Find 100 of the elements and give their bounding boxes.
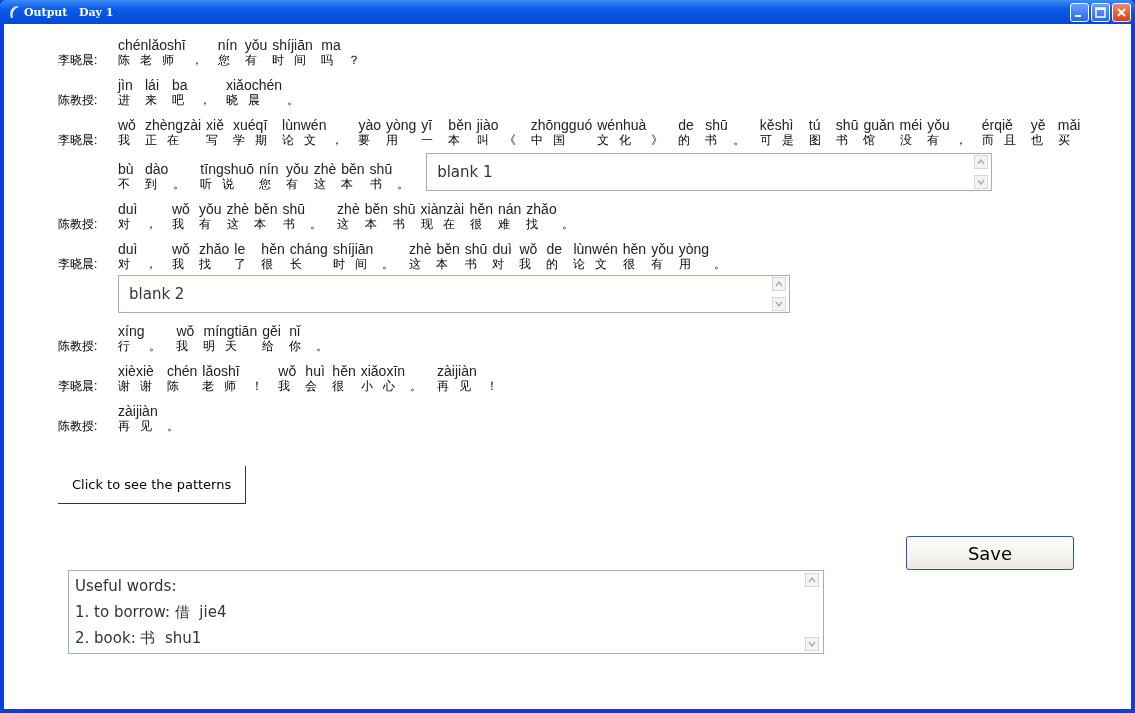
scroll-down-icon[interactable]: [805, 637, 819, 651]
pinyin-text: xiě: [206, 118, 224, 133]
hanzi-text: 再见: [437, 379, 482, 393]
pinyin-text: méi: [899, 118, 923, 133]
hanzi-text: 谢谢: [118, 379, 162, 393]
punctuation-text: 》: [651, 133, 674, 147]
pinyin-text: zàijiàn: [437, 364, 477, 379]
close-button[interactable]: [1112, 2, 1131, 22]
hanzi-text: 书: [464, 257, 487, 271]
pinyin-text: zhǎo: [526, 202, 557, 217]
scroll-up-icon[interactable]: [805, 573, 819, 587]
punctuation-text: ，: [199, 93, 221, 107]
punctuation-text: ？: [348, 53, 371, 67]
hanzi-text: 可是: [759, 133, 804, 147]
speaker-name: 李晓晨:: [58, 379, 99, 393]
pinyin-text: wǒ: [118, 118, 136, 133]
pinyin-text: míngtiān: [203, 324, 258, 339]
pinyin-text: běn: [436, 242, 460, 257]
pinyin-text: shū: [464, 242, 488, 257]
punctuation-text: 。: [310, 217, 333, 231]
hanzi-text: 书: [369, 177, 392, 191]
hanzi-text: 进: [118, 93, 140, 107]
hanzi-text: 听说: [200, 177, 245, 191]
hanzi-text: 很: [469, 217, 492, 231]
punctuation-text: 。: [316, 339, 339, 353]
punctuation-text: ！: [486, 379, 509, 393]
speaker-name: 陈教授:: [58, 217, 99, 231]
punctuation-text: 。: [410, 379, 433, 393]
hanzi-text: 书: [705, 133, 728, 147]
hanzi-text: 我: [519, 257, 542, 271]
pinyin-text: wǒ: [172, 242, 190, 257]
pinyin-text: chénlǎoshī: [118, 38, 186, 53]
pinyin-text: xièxiè: [118, 364, 154, 379]
hanzi-text: 一: [421, 133, 444, 147]
useful-words-box[interactable]: Useful words: 1. to borrow: 借 jie4 2. book: 书 shu1: [68, 570, 824, 654]
hanzi-text: 对: [118, 217, 140, 231]
pinyin-text: shū: [282, 202, 306, 217]
scroll-up-icon[interactable]: [974, 155, 989, 169]
pinyin-text: yě: [1030, 118, 1046, 133]
punctuation-text: 。: [381, 257, 404, 271]
maximize-icon: [1095, 6, 1106, 18]
pinyin-text: xiǎoxīn: [360, 364, 406, 379]
answer-box[interactable]: blank 1: [426, 153, 993, 191]
hanzi-text: 书: [835, 133, 858, 147]
pinyin-text: duì: [118, 202, 138, 217]
hanzi-text: 给: [262, 339, 285, 353]
hanzi-text: 这: [313, 177, 336, 191]
pinyin-text: yòng: [386, 118, 417, 133]
hanzi-text: 本: [364, 217, 387, 231]
hanzi-text: 有: [927, 133, 950, 147]
hanzi-text: 有: [286, 177, 309, 191]
pinyin-text: kěshì: [759, 118, 794, 133]
word-line: 1. to borrow: 借 jie4: [75, 602, 228, 623]
pinyin-text: duì: [118, 242, 138, 257]
save-button[interactable]: Save: [906, 536, 1074, 570]
hanzi-text: 有: [199, 217, 221, 231]
hanzi-text: 文化: [597, 133, 642, 147]
hanzi-text: 再见: [118, 419, 162, 433]
hanzi-text: 吧: [172, 93, 194, 107]
scroll-down-icon[interactable]: [772, 297, 786, 311]
minimize-button[interactable]: [1070, 2, 1089, 22]
pinyin-text: wǒ: [519, 242, 538, 257]
pinyin-text: hěn: [261, 242, 285, 257]
hanzi-text: 图: [808, 133, 831, 147]
scroll-up-icon[interactable]: [772, 277, 786, 291]
pinyin-text: běn: [364, 202, 389, 217]
pinyin-text: shū: [369, 162, 393, 177]
pinyin-text: nán: [497, 202, 522, 217]
hanzi-text: 论文: [282, 133, 327, 147]
pinyin-text: shū: [393, 202, 416, 217]
pinyin-text: chén: [167, 364, 198, 379]
maximize-button[interactable]: [1091, 2, 1110, 22]
hanzi-text: 有: [244, 53, 267, 67]
pinyin-text: ba: [172, 78, 188, 93]
hanzi-text: 馆: [863, 133, 886, 147]
hanzi-text: 我: [172, 257, 194, 271]
hanzi-text: 找: [199, 257, 221, 271]
hanzi-text: 小心: [360, 379, 405, 393]
pinyin-text: zhǎo: [199, 242, 230, 257]
answer-box[interactable]: blank 2: [118, 275, 790, 313]
hanzi-text: 现在: [420, 217, 465, 231]
pinyin-text: ma: [321, 38, 341, 53]
pinyin-text: zhōngguó: [530, 118, 593, 133]
punctuation-text: 。: [732, 133, 755, 147]
punctuation-text: 。: [714, 257, 737, 271]
pinyin-text: duì: [492, 242, 512, 257]
hanzi-text: 时间: [272, 53, 317, 67]
pinyin-text: cháng: [289, 242, 328, 257]
hanzi-text: 难: [497, 217, 520, 231]
patterns-button[interactable]: Click to see the patterns: [58, 466, 247, 504]
hanzi-text: 中国: [530, 133, 575, 147]
pinyin-text: zhè: [337, 202, 360, 217]
punctuation-text: 。: [173, 177, 196, 191]
pinyin-text: tú: [808, 118, 821, 133]
hanzi-text: 这: [408, 257, 431, 271]
scroll-down-icon[interactable]: [974, 175, 989, 189]
hanzi-text: 这: [226, 217, 249, 231]
hanzi-text: 本: [254, 217, 277, 231]
pinyin-text: yòng: [678, 242, 710, 257]
pinyin-text: lái: [145, 78, 159, 93]
